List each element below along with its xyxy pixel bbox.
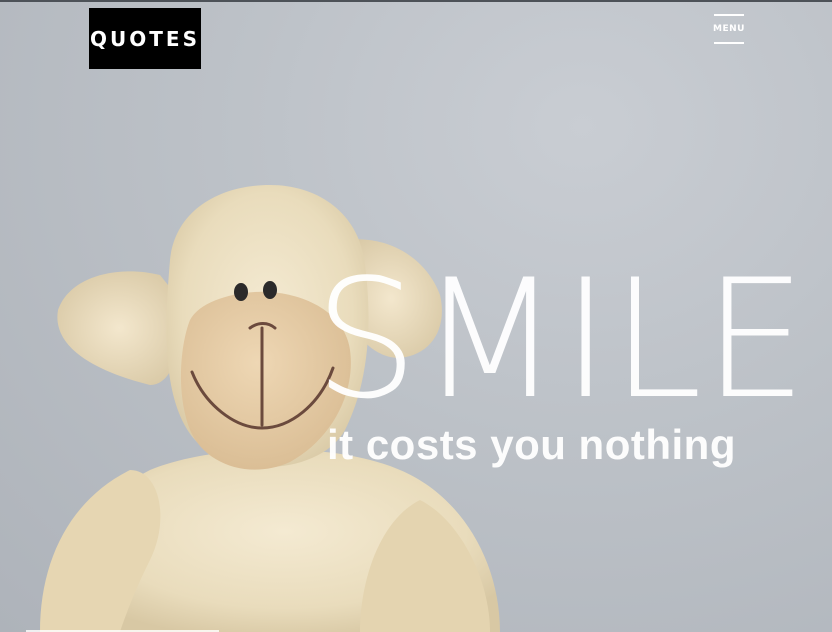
menu-bar-bottom	[714, 42, 744, 44]
hero-subline: it costs you nothing	[327, 421, 736, 468]
hero-headline: SMILE	[314, 244, 808, 435]
menu-bar-top	[714, 14, 744, 16]
menu-label: MENU	[713, 23, 745, 34]
menu-button[interactable]: MENU	[712, 14, 746, 44]
logo-button[interactable]: QUOTES	[89, 8, 201, 69]
hero-section: QUOTES MENU SMILE it costs you nothing	[0, 0, 832, 632]
logo-text: QUOTES	[90, 26, 200, 51]
